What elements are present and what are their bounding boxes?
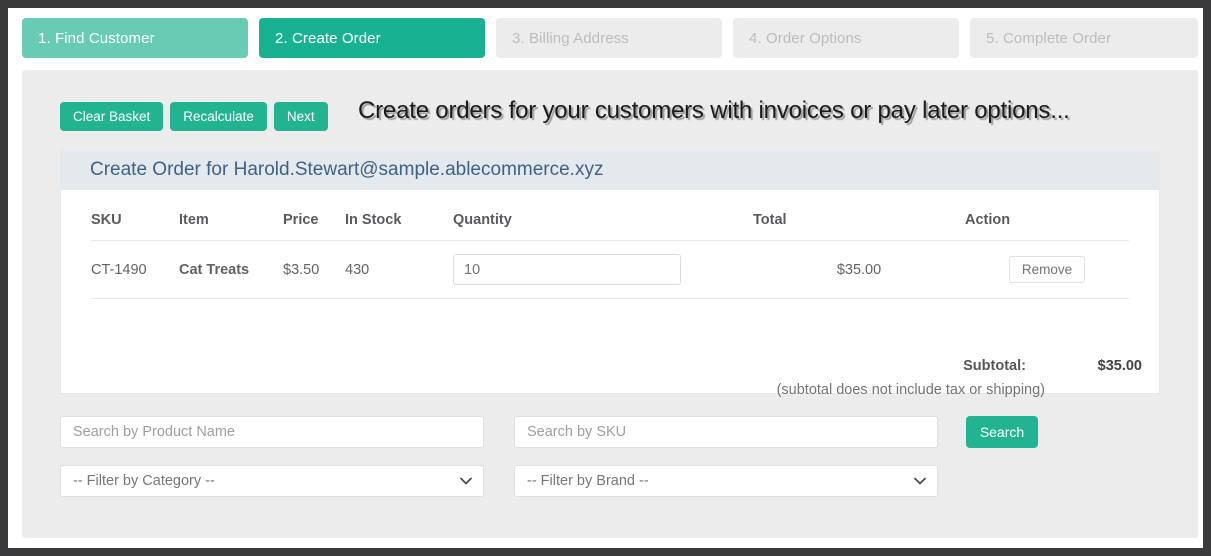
order-toolbar: Clear Basket Recalculate Next: [60, 102, 328, 131]
step-tab-order-options[interactable]: 4. Order Options: [733, 18, 959, 58]
step-label: 1. Find Customer: [38, 29, 155, 47]
page-tagline: Create orders for your customers with in…: [358, 97, 1070, 124]
step-tab-find-customer[interactable]: 1. Find Customer: [22, 18, 248, 58]
order-card-header: Create Order for Harold.Stewart@sample.a…: [60, 150, 1160, 190]
step-label: 5. Complete Order: [986, 29, 1112, 47]
cell-in-stock: 430: [345, 240, 453, 299]
search-sku-input[interactable]: [514, 416, 938, 448]
order-customer-title: Create Order for Harold.Stewart@sample.a…: [90, 159, 604, 180]
create-order-panel: Clear Basket Recalculate Next Create ord…: [22, 70, 1198, 538]
column-header-total: Total: [753, 190, 965, 241]
order-wizard-steps: 1. Find Customer 2. Create Order 3. Bill…: [22, 18, 1198, 58]
quantity-input[interactable]: [453, 254, 681, 285]
subtotal-label: Subtotal:: [963, 358, 1026, 374]
cell-total: $35.00: [753, 240, 965, 299]
table-row: CT-1490 Cat Treats $3.50 430 $35.00 Remo…: [91, 240, 1129, 299]
step-tab-create-order[interactable]: 2. Create Order: [259, 18, 485, 58]
cell-price: $3.50: [283, 240, 345, 299]
step-label: 4. Order Options: [749, 29, 862, 47]
subtotal-note: (subtotal does not include tax or shippi…: [776, 382, 1045, 398]
brand-select-control[interactable]: -- Filter by Brand --: [515, 466, 937, 496]
step-label: 3. Billing Address: [512, 29, 629, 47]
recalculate-button[interactable]: Recalculate: [170, 102, 267, 131]
browser-viewport: 1. Find Customer 2. Create Order 3. Bill…: [8, 8, 1203, 548]
step-tab-complete-order[interactable]: 5. Complete Order: [970, 18, 1198, 58]
column-header-sku: SKU: [91, 190, 179, 241]
filter-by-brand-select[interactable]: -- Filter by Brand --: [514, 465, 938, 497]
step-tab-billing-address[interactable]: 3. Billing Address: [496, 18, 722, 58]
filter-by-category-select[interactable]: -- Filter by Category --: [60, 465, 484, 497]
search-button[interactable]: Search: [966, 416, 1038, 448]
column-header-price: Price: [283, 190, 345, 241]
column-header-quantity: Quantity: [453, 190, 753, 241]
basket-table: SKU Item Price In Stock Quantity Total A…: [91, 190, 1129, 299]
column-header-in-stock: In Stock: [345, 190, 453, 241]
table-header-row: SKU Item Price In Stock Quantity Total A…: [91, 190, 1129, 241]
search-product-name-input[interactable]: [60, 416, 484, 448]
category-select-control[interactable]: -- Filter by Category --: [61, 466, 483, 496]
cell-item: Cat Treats: [179, 240, 283, 299]
step-label: 2. Create Order: [275, 29, 381, 47]
order-basket-card: SKU Item Price In Stock Quantity Total A…: [60, 190, 1161, 398]
subtotal-row: Subtotal: $35.00: [61, 358, 1161, 374]
column-header-action: Action: [965, 190, 1129, 241]
remove-item-button[interactable]: Remove: [1008, 256, 1086, 283]
clear-basket-button[interactable]: Clear Basket: [60, 102, 164, 131]
column-header-item: Item: [179, 190, 283, 241]
next-button[interactable]: Next: [273, 102, 328, 131]
subtotal-value: $35.00: [1097, 358, 1142, 374]
cell-sku: CT-1490: [91, 240, 179, 299]
